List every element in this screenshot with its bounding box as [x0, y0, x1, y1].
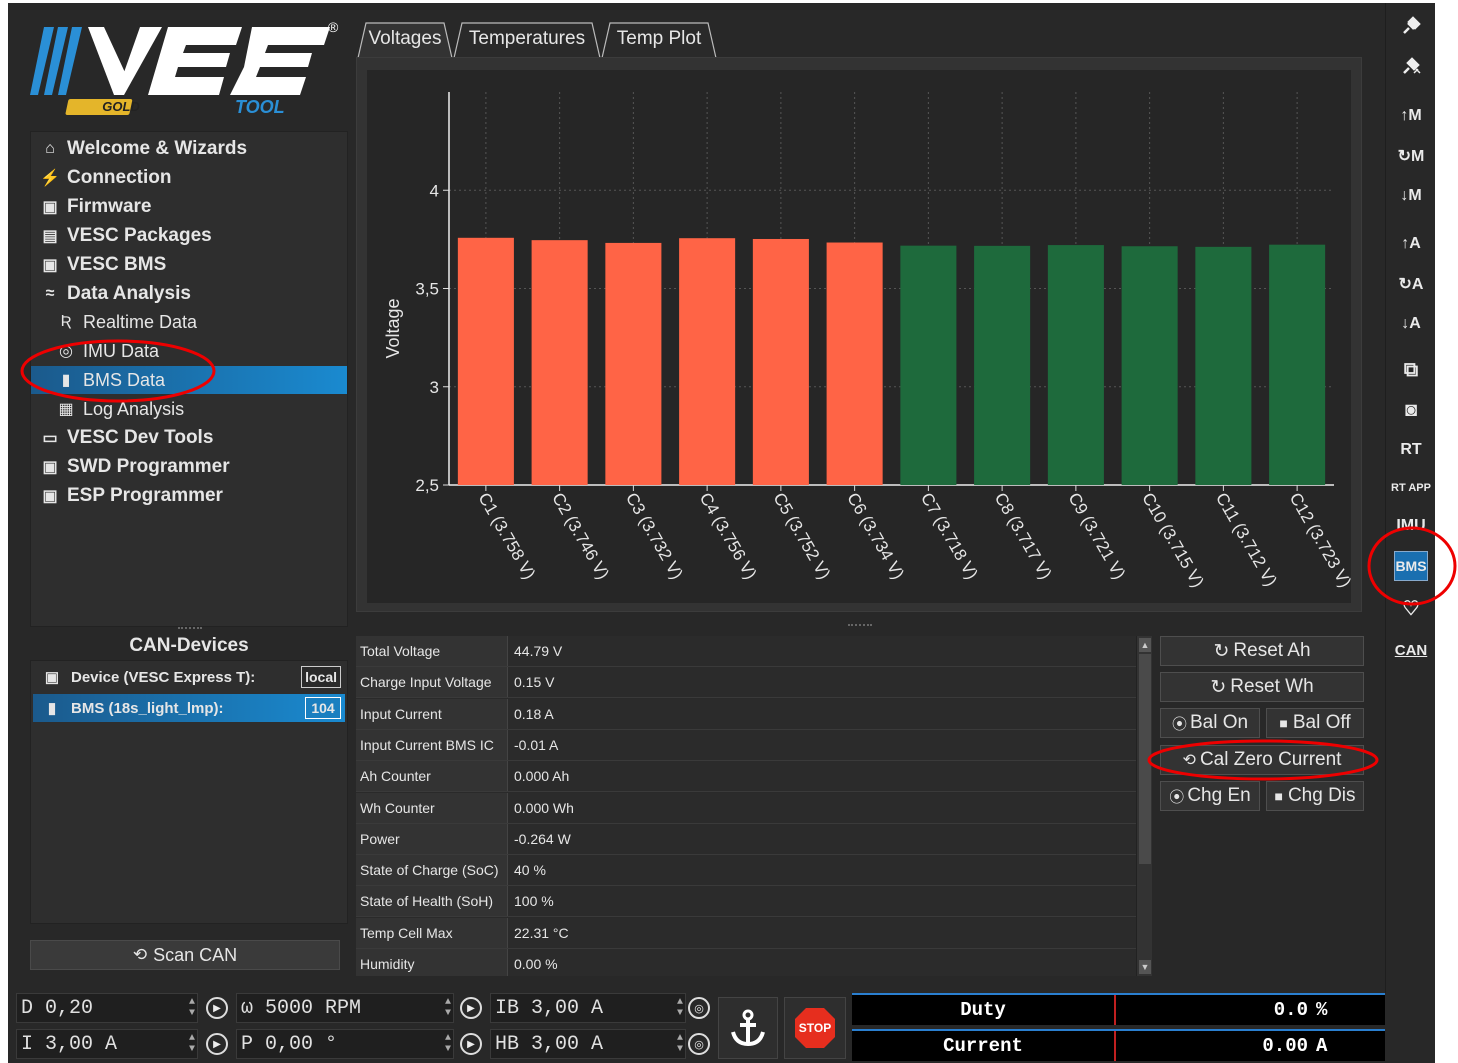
backward-app-icon[interactable]: ↓A [1386, 309, 1435, 339]
anchor-icon [731, 1009, 765, 1047]
backward-motor-icon[interactable]: ↓M [1386, 181, 1435, 211]
connect-plug-icon[interactable] [1386, 11, 1435, 41]
duty-gauge: Duty 0.0 % [852, 993, 1385, 1025]
rpm-input[interactable]: ω 5000 RPM ▲ ▼ [236, 993, 454, 1023]
reverse-app-icon[interactable]: ↻A [1386, 269, 1435, 299]
current-gauge: Current 0.00 A [852, 1029, 1385, 1061]
bottom-control-bar: D 0,20 ▲ ▼ ▶ ω 5000 RPM ▲ ▼ ▶ IB 3,00 A ▲ ▼ ◎ … [16, 993, 1391, 1063]
annotation-overlay [20, 339, 1379, 781]
stop-label: STOP [798, 1021, 832, 1035]
heart-icon[interactable]: ♡ [1386, 593, 1435, 623]
reverse-motor-icon[interactable]: ↻M [1386, 141, 1435, 171]
position-input-value: P 0,00 ° [241, 1032, 338, 1056]
annotation-ellipse-cal-zero [1147, 739, 1379, 781]
rt-data-icon[interactable]: RT [1386, 435, 1435, 465]
tree-icon[interactable]: ⧉ [1386, 355, 1435, 385]
forward-app-icon[interactable]: ↑A [1386, 229, 1435, 259]
current-gauge-unit: A [1316, 1035, 1328, 1057]
spinner-arrows-icon[interactable]: ▲ ▼ [445, 997, 451, 1019]
current-gauge-value: 0.00 [1262, 1035, 1308, 1057]
play-duty-icon[interactable]: ▶ [206, 997, 228, 1019]
play-position-icon[interactable]: ▶ [460, 1033, 482, 1055]
play-current-icon[interactable]: ▶ [206, 1033, 228, 1055]
position-input[interactable]: P 0,00 ° ▲ ▼ [236, 1029, 454, 1059]
current-input[interactable]: I 3,00 A ▲ ▼ [16, 1029, 198, 1059]
spinner-arrows-icon[interactable]: ▲ ▼ [445, 1033, 451, 1055]
duty-input-value: D 0,20 [21, 996, 94, 1020]
anchor-button[interactable] [718, 997, 778, 1059]
forward-motor-icon[interactable]: ↑M [1386, 101, 1435, 131]
duty-gauge-value: 0.0 [1273, 999, 1308, 1021]
duty-gauge-unit: % [1316, 999, 1328, 1021]
duty-gauge-label: Duty [960, 999, 1006, 1021]
spinner-arrows-icon[interactable]: ▲ ▼ [189, 1033, 195, 1055]
imu-data-icon[interactable]: IMU [1386, 511, 1435, 541]
current-gauge-label: Current [943, 1035, 1023, 1057]
play-rpm-icon[interactable]: ▶ [460, 997, 482, 1019]
rt-app-data-icon[interactable]: RT APP [1386, 473, 1435, 503]
bms-data-icon[interactable]: BMS [1394, 551, 1428, 581]
current-input-value: I 3,00 A [21, 1032, 118, 1056]
hb-input-value: HB 3,00 A [495, 1032, 604, 1056]
gamepad-icon[interactable]: ◙ [1386, 395, 1435, 425]
gauge-center-mark [1114, 995, 1116, 1025]
spinner-arrows-icon[interactable]: ▲ ▼ [189, 997, 195, 1019]
spinner-arrows-icon[interactable]: ▲ ▼ [677, 997, 683, 1019]
ib-input-value: IB 3,00 A [495, 996, 604, 1020]
duty-input[interactable]: D 0,20 ▲ ▼ [16, 993, 198, 1023]
disconnect-plug-icon[interactable] [1386, 51, 1435, 81]
gauge-center-mark [1114, 1031, 1116, 1061]
brake-icon[interactable]: ◎ [688, 997, 710, 1019]
right-toolbar: ↑M ↻M ↓M ↑A ↻A ↓A RT RT APP IMU BMS CAN ⧉ ◙ ♡ [1385, 3, 1435, 1063]
hb-input[interactable]: HB 3,00 A ▲ ▼ [490, 1029, 686, 1059]
spinner-arrows-icon[interactable]: ▲ ▼ [677, 1033, 683, 1055]
can-forward-icon[interactable]: CAN [1386, 635, 1435, 665]
stop-button[interactable]: STOP [784, 997, 846, 1059]
annotation-ellipse-bms-data [20, 339, 216, 403]
ib-input[interactable]: IB 3,00 A ▲ ▼ [490, 993, 686, 1023]
handbrake-icon[interactable]: ◎ [688, 1033, 710, 1055]
rpm-input-value: ω 5000 RPM [241, 996, 362, 1020]
vesc-tool-window: GOLD TOOL ® ⌂ Welcome & Wizards ⚡ Connectio… [8, 3, 1435, 1063]
